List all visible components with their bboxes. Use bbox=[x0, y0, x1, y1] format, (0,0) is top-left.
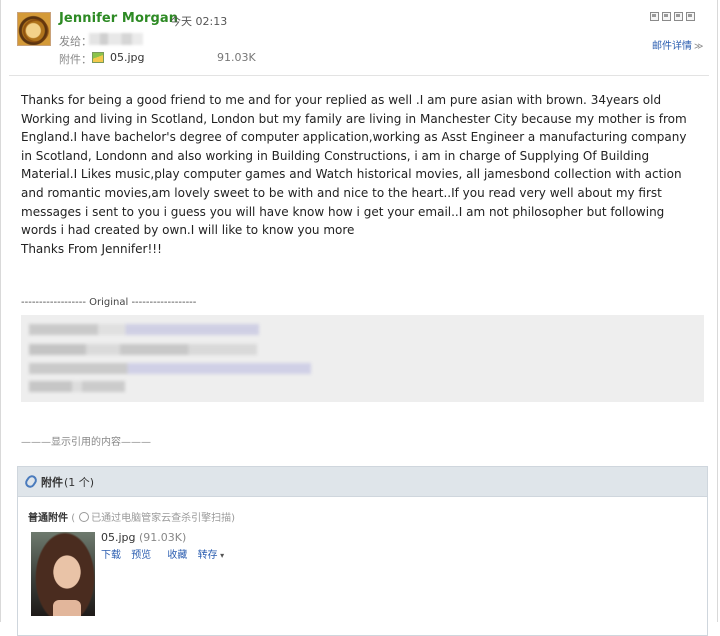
recipient-redacted bbox=[89, 33, 143, 45]
download-link[interactable]: 下载 bbox=[101, 550, 121, 561]
original-separator: ------------------ Original ------------… bbox=[21, 297, 197, 308]
mail-details-link[interactable]: 邮件详情 ≫ bbox=[652, 37, 703, 52]
body-paragraph: Thanks for being a good friend to me and… bbox=[21, 93, 687, 238]
show-quoted-content-link[interactable]: ———显示引用的内容——— bbox=[21, 433, 151, 448]
header-attachment-name[interactable]: 05.jpg bbox=[110, 51, 145, 64]
attachment-label: 附件： bbox=[59, 53, 92, 66]
print-icon[interactable] bbox=[686, 12, 695, 21]
attachment-file-size: (91.03K) bbox=[139, 531, 187, 544]
attachment-title: 附件 bbox=[41, 475, 63, 489]
attachment-section-line: 普通附件 ( 已通过电脑管家云查杀引擎扫描) bbox=[28, 509, 235, 524]
attachment-panel-header: 附件 (1 个) bbox=[18, 467, 707, 497]
save-to-dropdown[interactable]: 转存 bbox=[198, 550, 225, 561]
body-signoff: Thanks From Jennifer!!! bbox=[21, 241, 162, 256]
mail-reader-frame: Jennifer Morgan 今天 02:13 发给： 附件： 05.jpg … bbox=[0, 0, 718, 636]
attachment-actions: 下载 预览 收藏 转存 bbox=[101, 546, 231, 561]
scan-note-close: ) bbox=[231, 513, 235, 524]
sender-avatar[interactable] bbox=[17, 12, 51, 46]
new-window-icon[interactable] bbox=[650, 12, 659, 21]
image-file-icon bbox=[92, 52, 104, 63]
sender-name[interactable]: Jennifer Morgan bbox=[59, 11, 178, 26]
quoted-message-redacted bbox=[21, 315, 704, 402]
preview-link[interactable]: 预览 bbox=[131, 550, 151, 561]
print-preview-icon[interactable] bbox=[662, 12, 671, 21]
virus-scan-note: 已通过电脑管家云查杀引擎扫描 bbox=[91, 513, 232, 524]
attachment-panel: 附件 (1 个) 普通附件 ( 已通过电脑管家云查杀引擎扫描) 05.jpg (9… bbox=[17, 466, 708, 636]
mail-body: Thanks for being a good friend to me and… bbox=[21, 91, 701, 258]
sent-time: 今天 02:13 bbox=[170, 15, 228, 28]
attachment-count: (1 个) bbox=[64, 475, 95, 489]
mail-toolbar bbox=[650, 12, 695, 21]
favorite-link[interactable]: 收藏 bbox=[167, 550, 187, 561]
header-attachment-size: 91.03K bbox=[217, 51, 256, 64]
scan-note-open: ( bbox=[71, 513, 76, 524]
mail-details-label: 邮件详情 bbox=[652, 41, 692, 52]
shield-icon bbox=[79, 512, 90, 522]
attachment-thumbnail[interactable] bbox=[31, 532, 95, 616]
attachment-file-name[interactable]: 05.jpg bbox=[101, 531, 136, 544]
paperclip-icon bbox=[23, 473, 39, 490]
save-icon[interactable] bbox=[674, 12, 683, 21]
chevron-down-icon: ≫ bbox=[694, 42, 704, 52]
header-divider bbox=[9, 75, 709, 76]
normal-attachments-label: 普通附件 bbox=[28, 513, 68, 524]
to-label: 发给： bbox=[59, 35, 92, 48]
